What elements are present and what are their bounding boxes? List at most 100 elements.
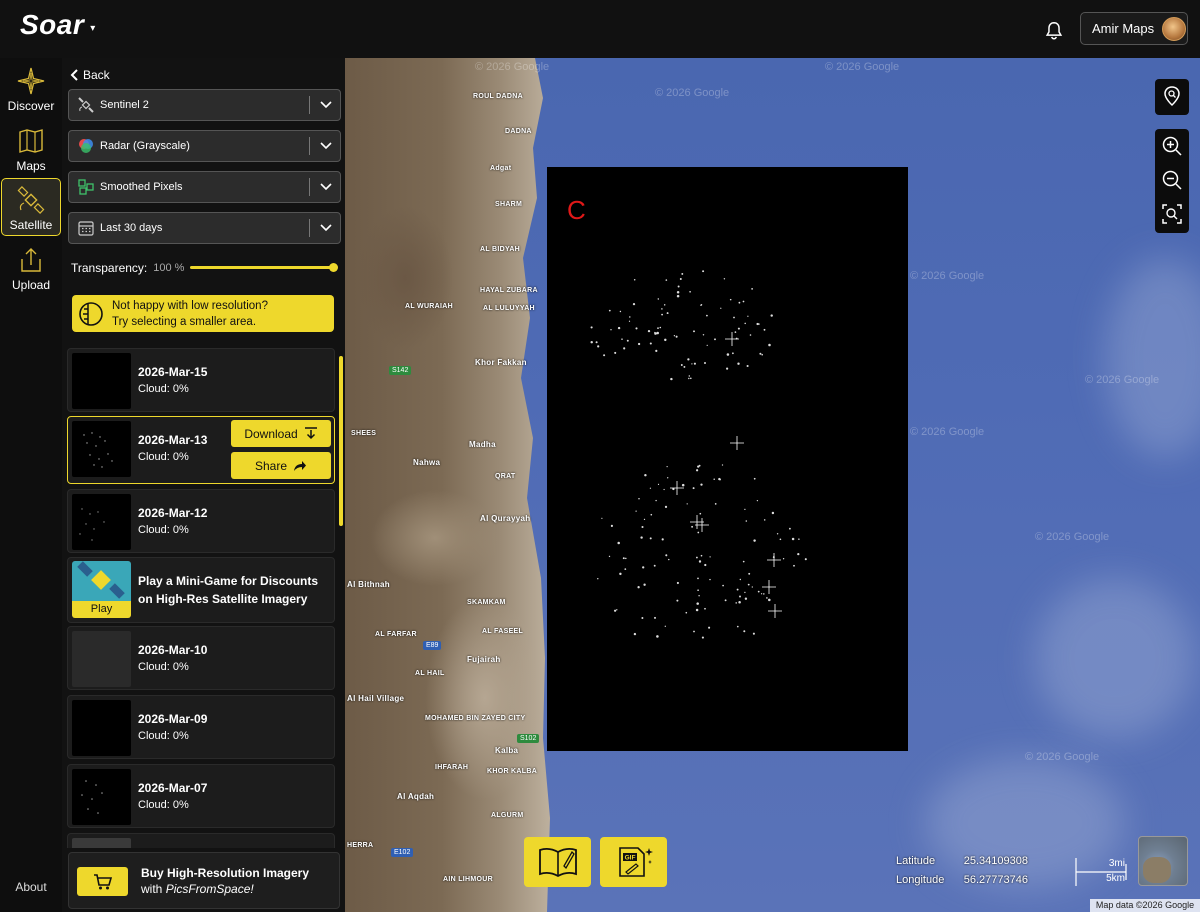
scene-card[interactable]	[67, 833, 335, 848]
layer-dropdown[interactable]: Radar (Grayscale)	[68, 130, 341, 162]
place-label: HERRA	[347, 842, 374, 849]
play-badge[interactable]: Play	[72, 601, 131, 618]
light-point	[677, 285, 680, 288]
date-range-dropdown[interactable]: Last 30 days	[68, 212, 341, 244]
light-point	[776, 533, 779, 535]
scene-card[interactable]: 2026-Mar-12 Cloud: 0%	[67, 489, 335, 553]
transparency-slider[interactable]	[190, 263, 338, 272]
light-point	[644, 473, 647, 477]
light-point	[721, 464, 724, 466]
rail-item-upload[interactable]: Upload	[1, 239, 61, 297]
light-point	[687, 358, 690, 361]
scrollbar[interactable]	[339, 348, 343, 848]
light-point	[736, 625, 739, 628]
light-point	[697, 589, 699, 592]
light-point	[656, 331, 659, 335]
place-label: Al Bithnah	[347, 580, 390, 589]
light-point	[693, 630, 695, 633]
light-point	[657, 483, 660, 486]
light-point	[768, 598, 771, 602]
satellite-image-overlay[interactable]: C	[547, 167, 908, 751]
scene-card[interactable]: 2026-Mar-09 Cloud: 0%	[67, 695, 335, 759]
map-watermark: © 2026 Google	[1025, 751, 1100, 763]
light-point	[737, 327, 740, 330]
scene-date: 2026-Mar-07	[138, 781, 208, 795]
scrollbar-thumb[interactable]	[339, 356, 343, 526]
light-point	[680, 364, 683, 366]
bell-icon[interactable]	[1043, 20, 1065, 42]
satellite-icon	[17, 186, 45, 214]
light-point	[713, 478, 715, 481]
rail-label: Maps	[16, 159, 46, 173]
light-point	[638, 497, 640, 500]
rail-item-maps[interactable]: Maps	[1, 120, 61, 178]
map-watermark: © 2026 Google	[1035, 531, 1110, 543]
place-label: AL FARFAR	[375, 631, 417, 638]
chevron-down-icon: ▾	[90, 22, 96, 34]
light-point	[603, 354, 606, 357]
light-point	[714, 338, 716, 341]
light-point	[745, 520, 748, 522]
scene-thumbnail	[72, 700, 131, 756]
scene-date: 2026-Mar-13	[138, 433, 208, 447]
light-point	[744, 591, 746, 594]
download-button[interactable]: Download	[231, 420, 331, 447]
scene-card-selected[interactable]: 2026-Mar-13 Cloud: 0% Download Share	[67, 416, 335, 484]
light-point	[697, 577, 699, 580]
account-button[interactable]: Amir Maps	[1080, 12, 1188, 45]
coordinate-readout: Latitude 25.34109308 Longitude 56.277737…	[896, 852, 1028, 890]
light-point	[729, 298, 732, 301]
zoom-out-button[interactable]	[1155, 163, 1189, 197]
app-root: © 2026 Google © 2026 Google © 2026 Googl…	[0, 0, 1200, 912]
map-attribution[interactable]: Map data ©2026 Google	[1090, 899, 1200, 912]
share-arrow-icon	[294, 460, 307, 471]
light-point	[742, 300, 745, 303]
scene-card[interactable]: 2026-Mar-15 Cloud: 0%	[67, 348, 335, 412]
light-point	[656, 635, 659, 638]
svg-text:GIF: GIF	[624, 855, 635, 862]
place-label: SKAMKAM	[467, 599, 506, 606]
rail-item-satellite[interactable]: Satellite	[1, 178, 61, 236]
light-point	[626, 339, 629, 342]
slider-handle[interactable]	[329, 263, 338, 272]
light-point	[757, 590, 760, 593]
soar-logo[interactable]: Soar ▾	[20, 9, 96, 40]
light-point	[654, 332, 657, 335]
scene-list[interactable]: 2026-Mar-15 Cloud: 0% 2026-Mar-13 Cloud:…	[67, 346, 335, 848]
rendering-dropdown[interactable]: Smoothed Pixels	[68, 171, 341, 203]
light-point	[763, 593, 765, 595]
bright-light	[730, 436, 744, 450]
light-point	[637, 342, 641, 346]
light-point	[664, 625, 666, 627]
light-point	[633, 278, 636, 281]
scene-card[interactable]: 2026-Mar-10 Cloud: 0%	[67, 626, 335, 690]
bright-light	[725, 332, 739, 346]
basemap-switcher[interactable]	[1138, 836, 1188, 886]
back-button[interactable]: Back	[70, 68, 110, 82]
light-point	[760, 593, 763, 595]
light-point	[771, 511, 775, 515]
buy-imagery-banner[interactable]: Buy High-Resolution Imagery with PicsFro…	[68, 852, 340, 909]
zoom-in-button[interactable]	[1155, 129, 1189, 163]
minigame-promo-card[interactable]: Play Play a Mini-Game for Discounts on H…	[67, 557, 335, 623]
scene-thumbnail	[72, 631, 131, 687]
light-point	[666, 466, 668, 468]
light-point	[695, 469, 699, 472]
light-point	[751, 288, 753, 290]
light-point	[753, 539, 756, 542]
zoom-to-fit-button[interactable]	[1155, 197, 1189, 231]
place-label: MOHAMED BIN ZAYED CITY	[425, 715, 526, 722]
location-pin-button[interactable]	[1155, 79, 1189, 113]
provider-dropdown[interactable]: Sentinel 2	[68, 89, 341, 121]
gif-creator-button[interactable]: GIF	[600, 837, 667, 887]
rail-item-discover[interactable]: Discover	[1, 60, 61, 118]
light-point	[696, 602, 699, 605]
share-button[interactable]: Share	[231, 452, 331, 479]
scene-card[interactable]: 2026-Mar-07 Cloud: 0%	[67, 764, 335, 828]
light-point	[779, 538, 782, 541]
guide-button[interactable]	[524, 837, 591, 887]
light-point	[637, 586, 640, 589]
place-label: HAYAL ZUBARA	[480, 287, 538, 294]
about-link[interactable]: About	[0, 880, 62, 894]
cart-button[interactable]	[77, 867, 128, 896]
